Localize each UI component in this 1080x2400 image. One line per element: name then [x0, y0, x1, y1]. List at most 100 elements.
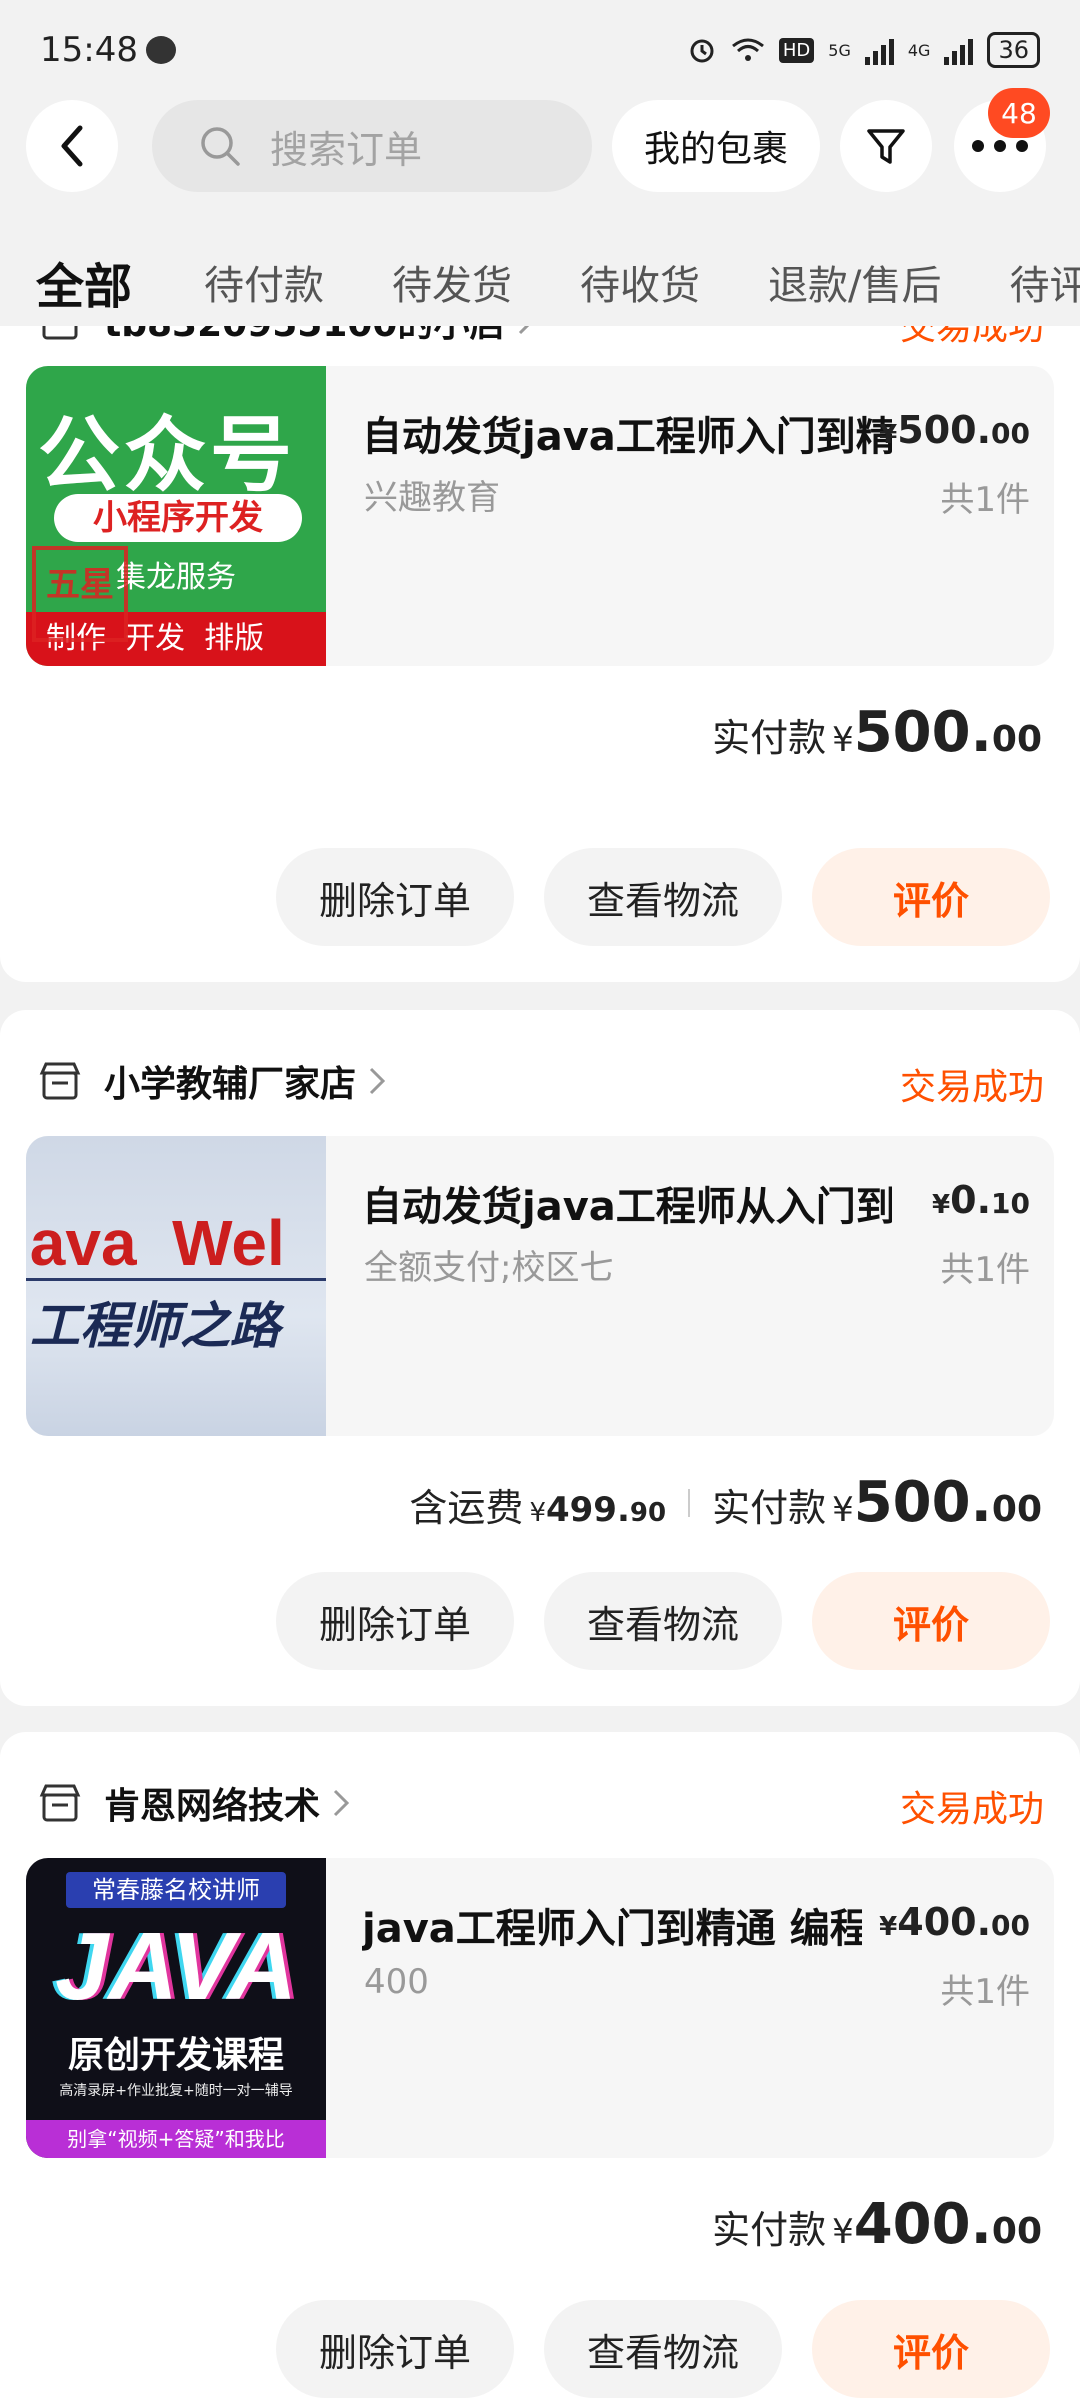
chevron-right-icon: [369, 1067, 386, 1095]
currency-symbol: ¥: [832, 1490, 854, 1530]
price-int: 0.: [950, 1178, 992, 1222]
currency-symbol: ¥: [832, 2212, 854, 2252]
price-dec: 10: [991, 1187, 1030, 1220]
order-card: 肯恩网络技术 交易成功 常春藤名校讲师 JAVA 原创开发课程 高清录屏+作业批…: [0, 1732, 1080, 2400]
currency-symbol: ¥: [879, 420, 898, 450]
store-icon: [39, 1062, 81, 1100]
tab-pending-receipt[interactable]: 待收货: [580, 253, 700, 311]
product-count: 共1件: [940, 480, 1030, 520]
search-input[interactable]: 搜索订单: [152, 100, 592, 192]
notification-badge: 48: [988, 88, 1050, 138]
product-count: 共1件: [940, 1972, 1030, 2012]
filter-button[interactable]: [840, 100, 932, 192]
product-price: ¥400.00: [879, 1900, 1030, 1944]
total-row: 实付款 ¥ 400. 00: [712, 2192, 1042, 2257]
price-int: 500.: [897, 408, 992, 452]
paid-dec: 00: [991, 2211, 1042, 2252]
store-icon: [39, 1784, 81, 1822]
thumb-line2: 小程序开发: [54, 494, 302, 542]
alarm-icon: [690, 39, 714, 63]
thumb-subtitle: 原创开发课程: [67, 2035, 284, 2076]
net-5g-label: 5G: [828, 40, 851, 60]
back-arrow-icon: [61, 125, 83, 167]
thumb-line1: lava Wel: [26, 1207, 285, 1279]
product-price: ¥0.10: [932, 1178, 1030, 1222]
view-logistics-button[interactable]: 查看物流: [544, 1572, 782, 1670]
product-thumbnail: 常春藤名校讲师 JAVA 原创开发课程 高清录屏+作业批复+随时一对一辅导 别拿…: [26, 1858, 326, 2158]
back-button[interactable]: [26, 100, 118, 192]
delete-order-button[interactable]: 删除订单: [276, 848, 514, 946]
tab-pending-shipment[interactable]: 待发货: [392, 253, 512, 311]
currency-symbol: ¥: [932, 1190, 951, 1220]
product-thumbnail: 公众号 小程序开发 集龙服务 制作 开发 排版 五星: [26, 366, 326, 666]
order-item[interactable]: 常春藤名校讲师 JAVA 原创开发课程 高清录屏+作业批复+随时一对一辅导 别拿…: [26, 1858, 1054, 2158]
more-dots-icon: [972, 140, 1028, 152]
evaluate-button[interactable]: 评价: [812, 2300, 1050, 2398]
divider: [688, 1488, 691, 1517]
order-item[interactable]: lava Wel 工程师之路 自动发货java工程师从入门到精通 全额支付;校区…: [26, 1136, 1054, 1436]
thumb-line3: 集龙服务: [116, 560, 236, 595]
tab-pending-review[interactable]: 待评价: [1010, 253, 1080, 311]
currency-symbol: ¥: [832, 720, 854, 760]
my-packages-button[interactable]: 我的包裹: [612, 100, 820, 192]
shop-name: tb8320955100的小店: [104, 326, 505, 347]
order-card: 小学教辅厂家店 交易成功 lava Wel 工程师之路 自动发货java工程师从…: [0, 1010, 1080, 1706]
thumb-small-text: 高清录屏+作业批复+随时一对一辅导: [59, 2083, 293, 2099]
paid-int: 500.: [853, 700, 992, 765]
shop-name: 小学教辅厂家店: [104, 1064, 357, 1105]
delete-order-button[interactable]: 删除订单: [276, 1572, 514, 1670]
shipping-dec: 90: [629, 1498, 667, 1528]
product-thumbnail: lava Wel 工程师之路: [26, 1136, 326, 1436]
order-item[interactable]: 公众号 小程序开发 集龙服务 制作 开发 排版 五星 自动发货java工程师入门…: [26, 366, 1054, 666]
thumb-headline: JAVA: [55, 1913, 297, 2020]
tab-refund-aftersale[interactable]: 退款/售后: [768, 253, 941, 311]
battery-icon: 36: [987, 32, 1040, 68]
tab-pending-payment[interactable]: 待付款: [204, 253, 324, 311]
view-logistics-button[interactable]: 查看物流: [544, 2300, 782, 2398]
price-dec: 00: [991, 417, 1030, 450]
thumb-top-text: 常春藤名校讲师: [66, 1872, 286, 1908]
order-status: 交易成功: [899, 326, 1044, 348]
shop-row[interactable]: tb8320955100的小店: [38, 326, 535, 356]
search-placeholder: 搜索订单: [270, 127, 423, 172]
wifi-icon: [731, 38, 764, 61]
product-spec: 400: [364, 1962, 429, 2002]
signal-icon-2: [944, 35, 974, 65]
thumb-line2: 工程师之路: [30, 1296, 280, 1355]
product-count: 共1件: [940, 1250, 1030, 1290]
paid-label: 实付款: [712, 2208, 827, 2252]
order-card: tb8320955100的小店 交易成功 公众号 小程序开发 集龙服务 制作 开…: [0, 326, 1080, 982]
view-logistics-button[interactable]: 查看物流: [544, 848, 782, 946]
shop-row[interactable]: 小学教辅厂家店: [38, 1046, 386, 1116]
currency-symbol: ¥: [529, 1498, 546, 1528]
shipping-int: 499.: [545, 1490, 630, 1530]
shop-name: 肯恩网络技术: [104, 1786, 321, 1827]
shop-row[interactable]: 肯恩网络技术: [38, 1768, 350, 1838]
net-4g-label: 4G: [907, 40, 931, 60]
delete-order-button[interactable]: 删除订单: [276, 2300, 514, 2398]
shipping-label: 含运费: [409, 1486, 524, 1530]
product-title: java工程师入门到精通 编程: [362, 1906, 862, 1952]
status-icons: HD 5G 4G 36: [687, 32, 1040, 68]
price-dec: 00: [991, 1909, 1030, 1942]
status-bar: 15:48 HD 5G 4G 36: [0, 0, 1080, 100]
paid-label: 实付款: [712, 1486, 827, 1530]
hd-icon: HD: [778, 37, 815, 63]
paid-int: 400.: [853, 2192, 992, 2257]
product-price: ¥500.00: [879, 408, 1030, 452]
tab-all[interactable]: 全部: [36, 247, 132, 317]
paid-int: 500.: [853, 1470, 992, 1535]
thumb-headline: 公众号: [38, 408, 297, 503]
chevron-right-icon: [333, 1789, 350, 1817]
evaluate-button[interactable]: 评价: [812, 848, 1050, 946]
evaluate-button[interactable]: 评价: [812, 1572, 1050, 1670]
paid-label: 实付款: [712, 716, 827, 760]
product-spec: 兴趣教育: [364, 478, 500, 518]
order-list: tb8320955100的小店 交易成功 公众号 小程序开发 集龙服务 制作 开…: [0, 326, 1080, 2400]
filter-icon: [867, 129, 905, 164]
product-title: 自动发货java工程师入门到精通: [362, 414, 892, 460]
product-spec: 全额支付;校区七: [364, 1248, 614, 1288]
product-title: 自动发货java工程师从入门到精通: [362, 1184, 892, 1230]
thumb-stamp: 五星: [32, 546, 128, 642]
thumb-underline: [26, 1278, 326, 1281]
